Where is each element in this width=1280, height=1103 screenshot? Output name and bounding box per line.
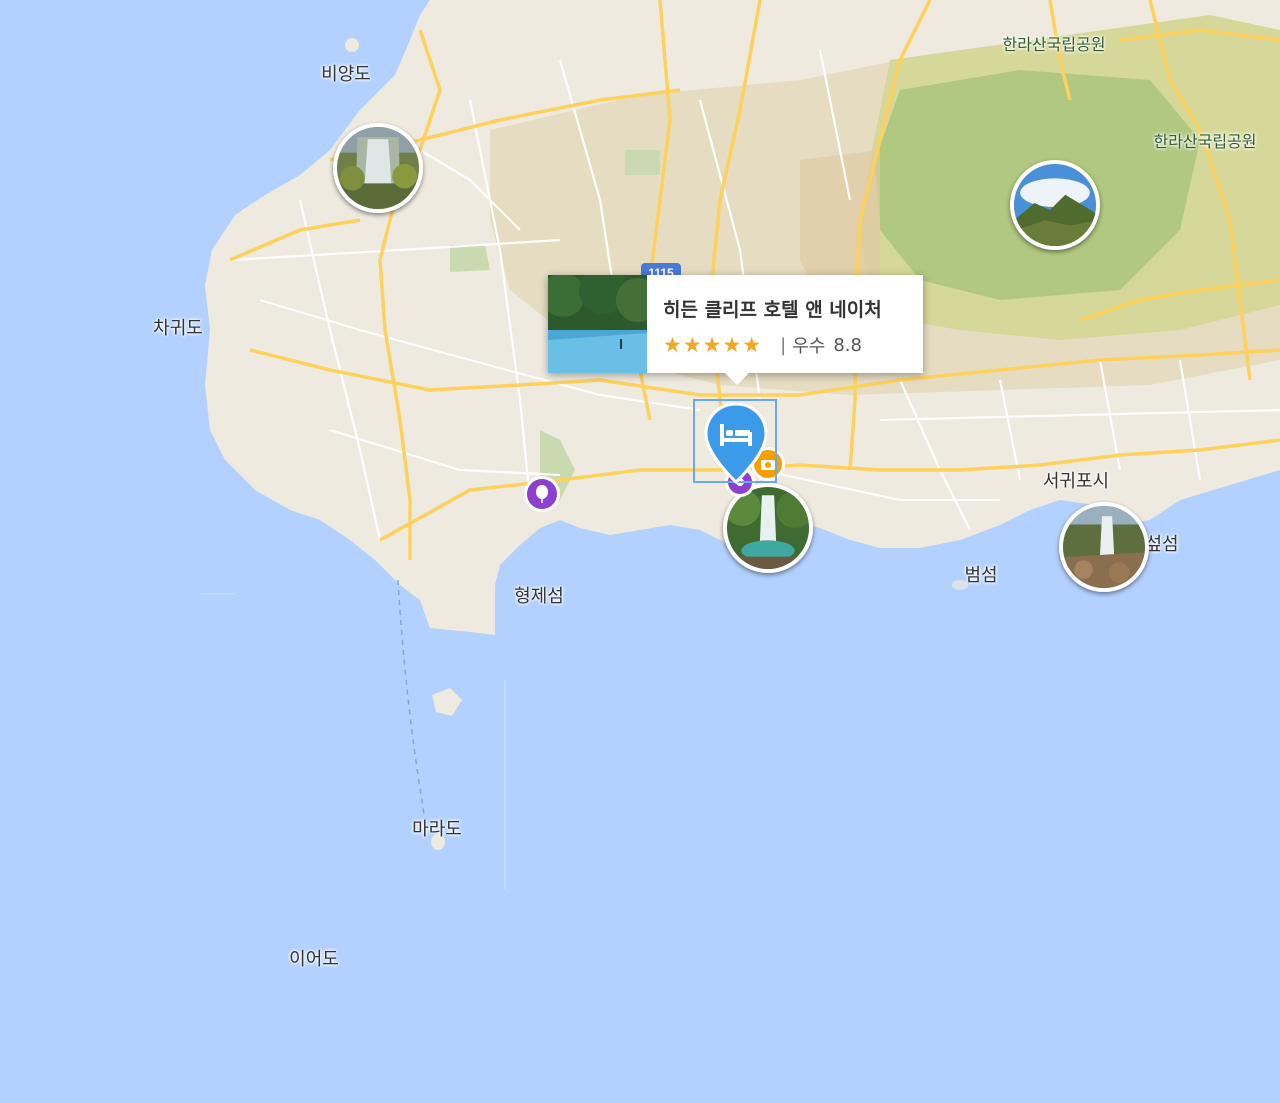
star-rating: ★★★★★ [663, 333, 763, 357]
photo-marker-waterfall-northwest[interactable] [333, 123, 423, 213]
label-ieodo: 이어도 [289, 949, 339, 970]
popup-pointer [724, 372, 750, 385]
hotel-pin-marker[interactable] [703, 402, 769, 486]
label-hyeongjeseom: 형제섬 [514, 586, 564, 607]
balloon-poi-marker[interactable] [524, 476, 560, 512]
coastal-waterfall-photo-icon [1063, 506, 1145, 588]
waterfall-photo-icon [337, 127, 419, 209]
photo-marker-jeongbang-falls[interactable] [1059, 502, 1149, 592]
review-grade: 우수 [792, 336, 826, 357]
label-seogwipo: 서귀포시 [1042, 471, 1110, 492]
waterfall-pool-photo-icon [727, 487, 809, 569]
hotel-rating: ★★★★★ | 우수 8.8 [663, 332, 882, 358]
hotel-thumbnail [548, 275, 647, 373]
hotel-info-popup[interactable]: 히든 클리프 호텔 앤 네이처 ★★★★★ | 우수 8.8 [548, 275, 923, 373]
label-marado: 마라도 [412, 819, 462, 840]
label-biyangdo: 비양도 [321, 64, 371, 85]
label-beomseom: 범섬 [964, 565, 998, 586]
photo-marker-hallasan-peak[interactable] [1010, 160, 1100, 250]
label-hallasan-park-1: 한라산국립공원 [1002, 35, 1106, 54]
biyangdo-island [345, 38, 359, 52]
label-munseom: 섶섬 [1145, 534, 1179, 555]
balloon-icon [536, 485, 548, 503]
rating-separator: | [780, 334, 787, 356]
review-score: 8.8 [833, 334, 862, 356]
mountain-photo-icon [1014, 164, 1096, 246]
infinity-pool-photo-icon [548, 275, 647, 373]
label-hallasan-park-2: 한라산국립공원 [1153, 132, 1257, 151]
hotel-name: 히든 클리프 호텔 앤 네이처 [663, 299, 882, 321]
label-chagwido: 차귀도 [153, 318, 203, 339]
